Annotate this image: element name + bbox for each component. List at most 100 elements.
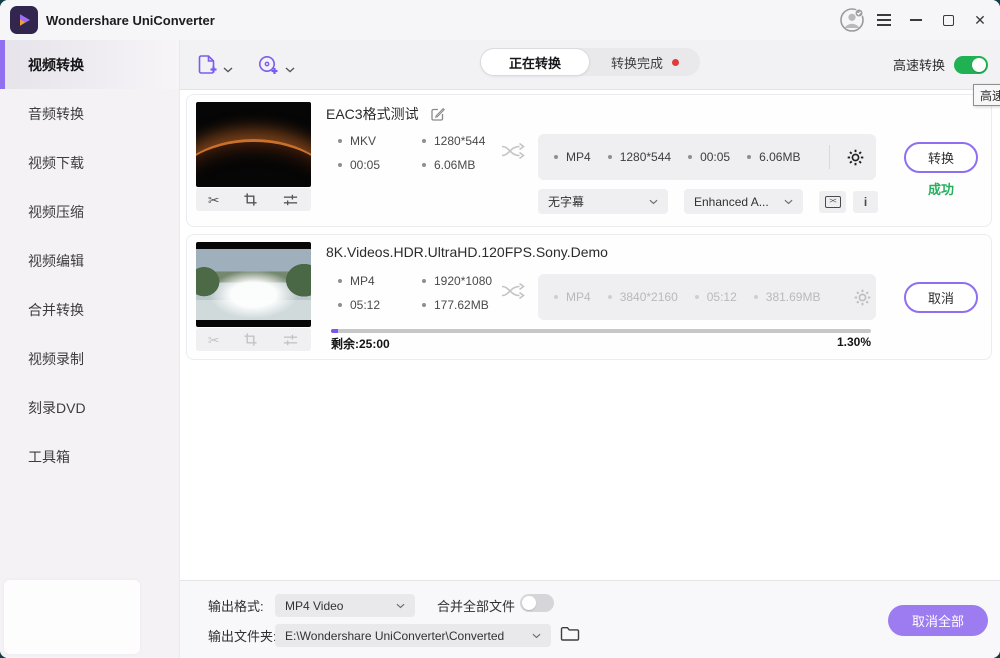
- target-duration: 05:12: [695, 290, 737, 304]
- compare-icon: ><: [825, 196, 841, 208]
- highspeed-toggle[interactable]: [954, 56, 988, 74]
- scissors-icon: ✂: [208, 193, 220, 207]
- status-success: 成功: [904, 179, 978, 198]
- minimize-button[interactable]: [900, 0, 932, 40]
- settings-gear-button[interactable]: [854, 289, 871, 306]
- sidebar-item-merge-convert[interactable]: 合并转换: [0, 285, 179, 334]
- audio-select[interactable]: Enhanced A...: [684, 189, 803, 214]
- subtitle-select[interactable]: 无字幕: [538, 189, 668, 214]
- app-logo-icon: [10, 6, 38, 34]
- info-icon: i: [864, 195, 867, 209]
- task-title: 8K.Videos.HDR.UltraHD.120FPS.Sony.Demo: [326, 244, 608, 260]
- sidebar-item-video-download[interactable]: 视频下载: [0, 138, 179, 187]
- main-area: 正在转换 转换完成 高速转换 ✂: [180, 40, 1000, 658]
- add-dvd-button[interactable]: [256, 53, 295, 77]
- output-bar: 输出格式: MP4 Video 合并全部文件 输出文件夹: E:\Wonders…: [180, 580, 1000, 658]
- highspeed-label: 高速转换: [893, 55, 945, 74]
- crop-icon: [243, 332, 258, 347]
- sidebar-item-burn-dvd[interactable]: 刻录DVD: [0, 383, 179, 432]
- sidebar-item-video-edit[interactable]: 视频编辑: [0, 236, 179, 285]
- chevron-down-icon: [532, 633, 541, 639]
- tab-label: 正在转换: [509, 53, 561, 72]
- source-resolution: 1920*1080: [422, 274, 492, 288]
- edit-icon: [430, 106, 446, 122]
- merge-toggle[interactable]: [520, 594, 554, 612]
- divider: [829, 145, 830, 169]
- source-info: MKV 1280*544 00:05 6.06MB: [338, 134, 485, 172]
- sidebar-item-audio-convert[interactable]: 音频转换: [0, 89, 179, 138]
- target-resolution: 3840*2160: [608, 290, 678, 304]
- effects-button[interactable]: [282, 193, 299, 207]
- open-folder-button[interactable]: [560, 625, 580, 642]
- menu-button[interactable]: [868, 0, 900, 40]
- audio-select-value: Enhanced A...: [694, 195, 769, 209]
- toolbar: 正在转换 转换完成 高速转换: [180, 40, 1000, 90]
- sidebar-item-label: 合并转换: [28, 300, 84, 320]
- task-title: EAC3格式测试: [326, 104, 419, 124]
- chevron-down-icon: [396, 603, 405, 609]
- close-button[interactable]: ✕: [964, 0, 996, 40]
- info-button[interactable]: i: [853, 191, 878, 213]
- source-size: 6.06MB: [422, 158, 485, 172]
- window-controls: ✕: [836, 0, 996, 40]
- highspeed-tooltip: 高速转换: [973, 84, 1000, 106]
- tab-converting[interactable]: 正在转换: [480, 48, 590, 76]
- output-format-label: 输出格式:: [208, 596, 264, 615]
- app-window: Wondershare UniConverter: [0, 0, 1000, 658]
- close-icon: ✕: [974, 12, 986, 29]
- cancel-all-button[interactable]: 取消全部: [888, 605, 988, 636]
- sidebar-item-label: 音频转换: [28, 104, 84, 124]
- sidebar-item-label: 刻录DVD: [28, 398, 86, 418]
- cancel-button[interactable]: 取消: [904, 282, 978, 313]
- output-format-select[interactable]: MP4 Video: [275, 594, 415, 617]
- settings-gear-button[interactable]: [847, 149, 864, 166]
- sidebar-item-toolbox[interactable]: 工具箱: [0, 432, 179, 481]
- remaining-time: 剩余:25:00: [331, 335, 390, 352]
- account-icon: [839, 7, 865, 33]
- output-folder-value: E:\Wondershare UniConverter\Converted: [285, 629, 504, 643]
- progress-bar: [331, 329, 871, 333]
- task-title-row: 8K.Videos.HDR.UltraHD.120FPS.Sony.Demo: [326, 244, 608, 260]
- chevron-down-icon: [649, 199, 658, 205]
- crop-icon: [243, 192, 258, 207]
- target-duration: 00:05: [688, 150, 730, 164]
- convert-arrow-icon: [500, 281, 526, 306]
- source-resolution: 1280*544: [422, 134, 485, 148]
- effects-button[interactable]: [282, 333, 299, 347]
- compare-button[interactable]: ><: [819, 191, 846, 213]
- target-info: MP4 3840*2160 05:12 381.69MB: [538, 274, 876, 320]
- highspeed-area: 高速转换: [893, 55, 988, 74]
- trim-button[interactable]: ✂: [208, 193, 220, 207]
- target-info: MP4 1280*544 00:05 6.06MB: [538, 134, 876, 180]
- tab-label: 转换完成: [611, 53, 663, 72]
- task-row: ✂ 8K.Videos.HDR.UltraHD.120FPS.Sony.Demo…: [186, 234, 992, 360]
- rename-button[interactable]: [430, 106, 446, 122]
- tab-finished[interactable]: 转换完成: [590, 53, 700, 72]
- app-title: Wondershare UniConverter: [46, 13, 215, 28]
- sidebar-item-screen-record[interactable]: 视频录制: [0, 334, 179, 383]
- maximize-button[interactable]: [932, 0, 964, 40]
- sidebar-item-label: 视频编辑: [28, 251, 84, 271]
- sidebar-item-video-convert[interactable]: 视频转换: [0, 40, 179, 89]
- video-thumbnail: [196, 102, 311, 187]
- sidebar-item-video-compress[interactable]: 视频压缩: [0, 187, 179, 236]
- sidebar-item-label: 工具箱: [28, 447, 70, 467]
- gear-icon: [854, 289, 871, 306]
- target-size: 6.06MB: [747, 150, 800, 164]
- progress-percent: 1.30%: [837, 335, 871, 352]
- convert-button[interactable]: 转换: [904, 142, 978, 173]
- sliders-icon: [282, 333, 299, 347]
- sidebar-item-label: 视频下载: [28, 153, 84, 173]
- target-format: MP4: [554, 150, 591, 164]
- add-file-button[interactable]: [195, 53, 233, 77]
- crop-button[interactable]: [243, 192, 258, 207]
- trim-button[interactable]: ✂: [208, 333, 220, 347]
- crop-button[interactable]: [243, 332, 258, 347]
- account-button[interactable]: [836, 0, 868, 40]
- output-folder-select[interactable]: E:\Wondershare UniConverter\Converted: [275, 624, 551, 647]
- chevron-down-icon: [223, 67, 233, 73]
- source-format: MKV: [338, 134, 422, 148]
- maximize-icon: [943, 15, 954, 26]
- sidebar: 视频转换 音频转换 视频下载 视频压缩 视频编辑 合并转换 视频录制 刻录DVD…: [0, 40, 180, 658]
- thumbnail-toolbar: ✂: [196, 188, 311, 211]
